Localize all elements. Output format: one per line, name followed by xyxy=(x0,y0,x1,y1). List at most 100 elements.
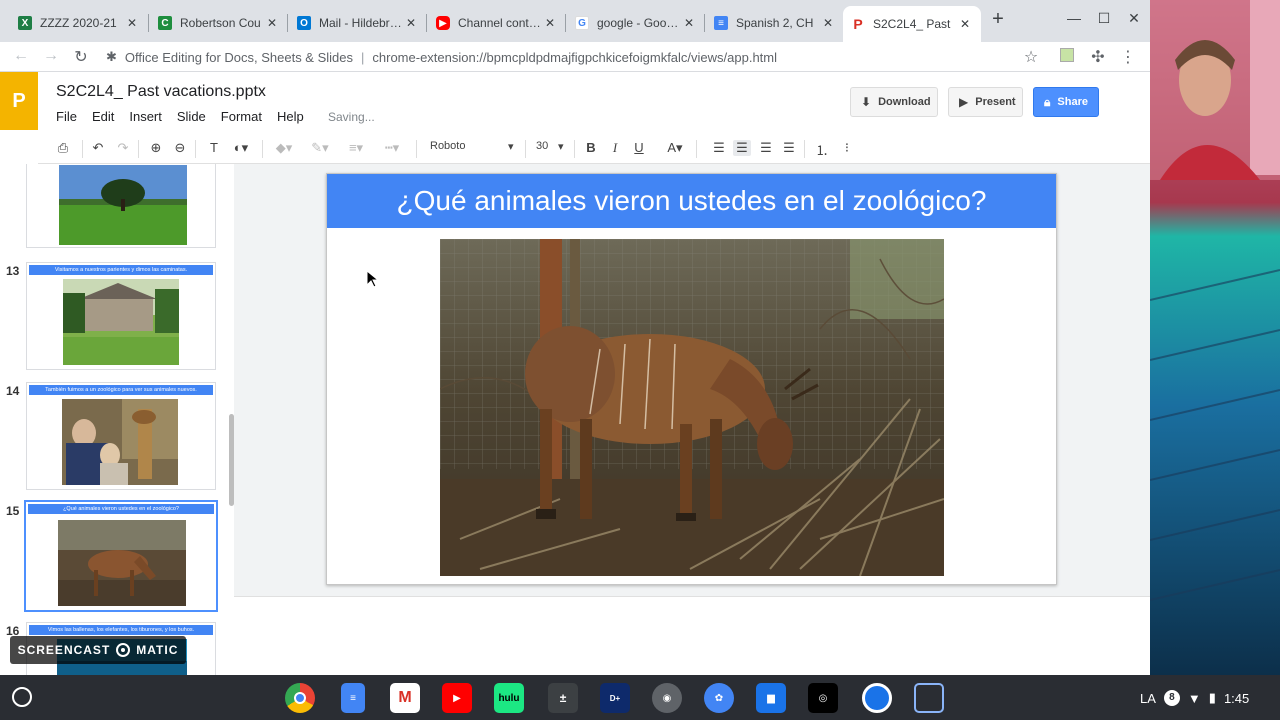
fill-color-icon[interactable]: ◆▾ xyxy=(270,140,298,156)
extension-icon[interactable] xyxy=(1056,48,1078,67)
slide-thumbnail-selected[interactable]: ¿Qué animales vieron ustedes en el zooló… xyxy=(24,500,218,612)
antelope-photo[interactable] xyxy=(440,239,944,576)
docs-icon[interactable]: ≡ xyxy=(341,683,365,713)
tab-divider xyxy=(565,14,566,32)
extensions-puzzle-icon[interactable]: ✣ xyxy=(1087,47,1109,67)
bookmark-star-icon[interactable]: ☆ xyxy=(1020,47,1042,67)
forward-arrow-icon[interactable]: → xyxy=(40,47,62,65)
menu-format[interactable]: Format xyxy=(221,109,262,124)
screen-capture-icon[interactable] xyxy=(914,683,944,713)
formatting-toolbar: ⎙ ↶ ↷ ⊕ ⊖ T ◐▾ ◆▾ ✎▾ ≡▾ ┅▾ Roboto ▾ 30 ▾… xyxy=(38,134,1150,164)
minimize-button[interactable]: — xyxy=(1062,10,1086,26)
download-button[interactable]: ⬇ Download xyxy=(850,87,938,117)
thumbnail-title: Visitamos a nuestros parientes y dimos l… xyxy=(29,265,213,275)
maximize-button[interactable]: ☐ xyxy=(1092,10,1116,27)
undo-icon[interactable]: ↶ xyxy=(89,140,107,156)
bulleted-list-icon[interactable]: ⁝ xyxy=(838,140,856,156)
chrome-icon[interactable] xyxy=(285,683,315,713)
tab-close-icon[interactable]: ✕ xyxy=(542,16,558,30)
tab-close-icon[interactable]: ✕ xyxy=(403,16,419,30)
tab-close-icon[interactable]: ✕ xyxy=(264,16,280,30)
slide-editor[interactable]: ¿Qué animales vieron ustedes en el zooló… xyxy=(326,173,1057,585)
numbered-list-icon[interactable]: ⒈ xyxy=(813,140,831,159)
tab-close-icon[interactable]: ✕ xyxy=(820,16,836,30)
hulu-icon[interactable]: hulu xyxy=(494,683,524,713)
align-left-icon[interactable]: ☰ xyxy=(710,140,728,156)
browser-tab[interactable]: O Mail - Hildebran ✕ xyxy=(289,8,427,38)
menu-insert[interactable]: Insert xyxy=(129,109,162,124)
share-button[interactable]: 🔒︎ Share xyxy=(1033,87,1099,117)
disney-plus-icon[interactable]: D+ xyxy=(600,683,630,713)
browser-tab-active[interactable]: P S2C2L4_ Past ✕ xyxy=(843,6,981,42)
house-image xyxy=(63,279,179,365)
excel-icon: X xyxy=(18,16,32,30)
speaker-notes-area[interactable] xyxy=(234,596,1150,675)
tab-close-icon[interactable]: ✕ xyxy=(957,17,973,31)
watermark-right-text: MATIC xyxy=(136,643,179,657)
zoom-in-icon[interactable]: ⊕ xyxy=(147,140,165,156)
browser-tab[interactable]: C Robertson Cou ✕ xyxy=(150,8,288,38)
align-justify-icon[interactable]: ☰ xyxy=(780,140,798,156)
browser-tab[interactable]: ≡ Spanish 2, CH ✕ xyxy=(706,8,844,38)
slide-title[interactable]: ¿Qué animales vieron ustedes en el zooló… xyxy=(327,174,1056,228)
slide-thumbnail[interactable] xyxy=(26,164,216,248)
italic-icon[interactable]: I xyxy=(606,140,624,156)
bold-icon[interactable]: B xyxy=(582,140,600,155)
tab-title: Robertson Cou xyxy=(180,16,261,30)
more-vert-icon[interactable]: ⋮ xyxy=(1117,47,1139,67)
browser-tab[interactable]: X ZZZZ 2020-21 ✕ xyxy=(10,8,148,38)
slide-canvas: ¿Qué animales vieron ustedes en el zooló… xyxy=(234,164,1150,675)
tab-close-icon[interactable]: ✕ xyxy=(124,16,140,30)
menu-edit[interactable]: Edit xyxy=(92,109,114,124)
border-color-icon[interactable]: ✎▾ xyxy=(306,140,334,156)
zoom-out-icon[interactable]: ⊖ xyxy=(171,140,189,156)
landscape-tree-image xyxy=(59,165,187,245)
print-icon[interactable]: ⎙ xyxy=(54,140,72,156)
new-tab-button[interactable]: + xyxy=(986,8,1010,31)
close-window-button[interactable]: ✕ xyxy=(1122,10,1146,27)
record-dot-icon xyxy=(116,643,131,657)
launcher-icon[interactable] xyxy=(12,687,32,707)
browser-tab-strip: X ZZZZ 2020-21 ✕ C Robertson Cou ✕ O Mai… xyxy=(0,0,1150,42)
redo-icon[interactable]: ↷ xyxy=(114,140,132,156)
calculator-icon[interactable]: ± xyxy=(548,683,578,713)
back-arrow-icon[interactable]: ← xyxy=(10,47,32,65)
browser-tab[interactable]: G google - Google ✕ xyxy=(567,8,705,38)
slide-thumbnail[interactable]: Visitamos a nuestros parientes y dimos l… xyxy=(26,262,216,370)
border-dash-icon[interactable]: ┅▾ xyxy=(378,140,406,156)
menu-slide[interactable]: Slide xyxy=(177,109,206,124)
font-family-value: Roboto xyxy=(430,140,466,152)
tab-close-icon[interactable]: ✕ xyxy=(681,16,697,30)
text-box-icon[interactable]: T xyxy=(205,140,223,155)
address-bar[interactable]: ✱ Office Editing for Docs, Sheets & Slid… xyxy=(106,45,1056,69)
palette-icon[interactable]: ✿ xyxy=(704,683,734,713)
underline-icon[interactable]: U xyxy=(630,140,648,155)
font-size-select[interactable]: 30 ▾ xyxy=(536,140,566,153)
menu-help[interactable]: Help xyxy=(277,109,304,124)
shape-icon[interactable]: ◐▾ xyxy=(227,140,255,156)
menu-file[interactable]: File xyxy=(56,109,77,124)
font-family-select[interactable]: Roboto ▾ xyxy=(430,140,550,153)
youtube-icon[interactable]: ▶ xyxy=(442,683,472,713)
camera-icon[interactable]: ◉ xyxy=(652,683,682,713)
align-center-icon[interactable]: ☰ xyxy=(733,140,751,156)
text-color-icon[interactable]: A▾ xyxy=(662,140,688,156)
url-text: chrome-extension://bpmcpldpdmajfigpchkic… xyxy=(372,49,778,65)
align-right-icon[interactable]: ☰ xyxy=(757,140,775,156)
document-title[interactable]: S2C2L4_ Past vacations.pptx xyxy=(56,83,266,101)
files-icon[interactable]: ▆ xyxy=(756,683,786,713)
watermark-left-text: SCREENCAST xyxy=(17,643,111,657)
gmail-icon[interactable]: M xyxy=(390,683,420,713)
present-button[interactable]: ▶ Present xyxy=(948,87,1023,117)
border-weight-icon[interactable]: ≡▾ xyxy=(342,140,370,156)
reload-icon[interactable]: ↻ xyxy=(70,47,92,67)
webcam-overlay xyxy=(1150,0,1280,675)
webcam-feed-image xyxy=(1150,0,1280,675)
system-tray[interactable]: LA 8 ▼ ▮ 1:45 xyxy=(1140,687,1249,709)
slide-thumbnail[interactable]: También fuimos a un zoológico para ver s… xyxy=(26,382,216,490)
screencast-o-matic-icon[interactable] xyxy=(862,683,892,713)
browser-tab[interactable]: ▶ Channel conten ✕ xyxy=(428,8,566,38)
toolbar-divider xyxy=(574,140,575,158)
toolbar-divider xyxy=(262,140,263,158)
screencastify-icon[interactable]: ◎ xyxy=(808,683,838,713)
